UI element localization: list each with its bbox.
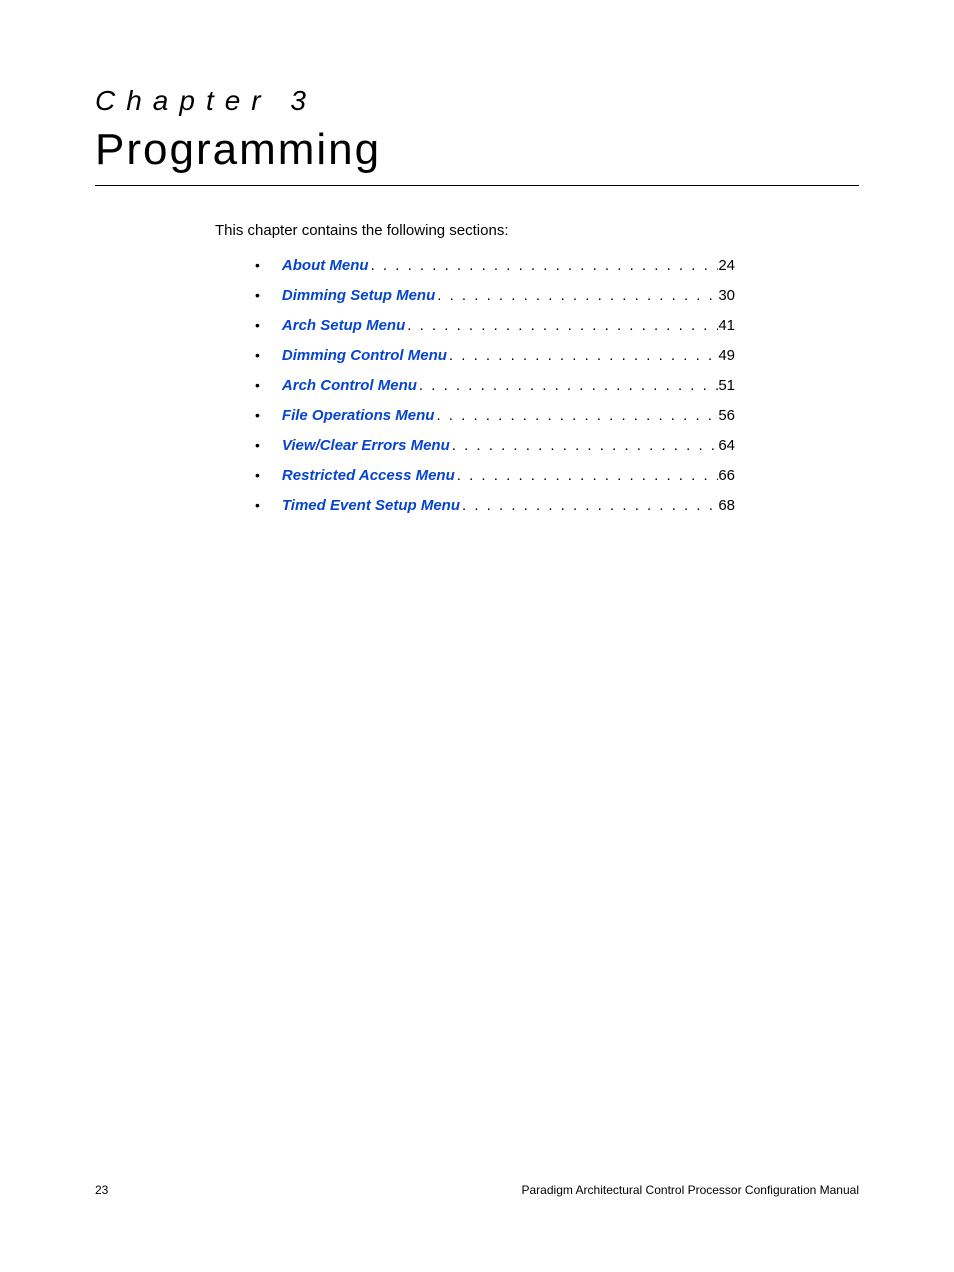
bullet-icon: • bbox=[255, 437, 260, 454]
page-number: 23 bbox=[95, 1183, 108, 1197]
toc-item: • Arch Control Menu 51 bbox=[255, 377, 735, 395]
leader-dots bbox=[460, 497, 718, 515]
toc-list: • About Menu 24 • Dimming Setup Menu 30 • Arch … bbox=[255, 257, 735, 515]
leader-dots bbox=[405, 317, 718, 335]
leader-dots bbox=[434, 407, 718, 425]
leader-dots bbox=[435, 287, 718, 305]
toc-page-number: 56 bbox=[718, 407, 735, 425]
toc-item: • View/Clear Errors Menu 64 bbox=[255, 437, 735, 455]
toc-page-number: 66 bbox=[718, 467, 735, 485]
footer-doc-title: Paradigm Architectural Control Processor… bbox=[522, 1183, 860, 1197]
leader-dots bbox=[417, 377, 718, 395]
toc-item: • Dimming Setup Menu 30 bbox=[255, 287, 735, 305]
bullet-icon: • bbox=[255, 407, 260, 424]
toc-item: • Restricted Access Menu 66 bbox=[255, 467, 735, 485]
bullet-icon: • bbox=[255, 497, 260, 514]
toc-link[interactable]: Arch Setup Menu bbox=[282, 317, 405, 335]
toc-link[interactable]: Restricted Access Menu bbox=[282, 467, 455, 485]
toc-link[interactable]: Dimming Setup Menu bbox=[282, 287, 435, 305]
toc-page-number: 64 bbox=[718, 437, 735, 455]
toc-item: • About Menu 24 bbox=[255, 257, 735, 275]
toc-page-number: 51 bbox=[718, 377, 735, 395]
toc-link[interactable]: About Menu bbox=[282, 257, 369, 275]
toc-page-number: 68 bbox=[718, 497, 735, 515]
bullet-icon: • bbox=[255, 317, 260, 334]
toc-page-number: 49 bbox=[718, 347, 735, 365]
bullet-icon: • bbox=[255, 287, 260, 304]
toc-page-number: 24 bbox=[718, 257, 735, 275]
bullet-icon: • bbox=[255, 257, 260, 274]
toc-item: • File Operations Menu 56 bbox=[255, 407, 735, 425]
page-footer: 23 Paradigm Architectural Control Proces… bbox=[0, 1183, 954, 1197]
leader-dots bbox=[455, 467, 719, 485]
chapter-title: Programming bbox=[95, 125, 859, 175]
bullet-icon: • bbox=[255, 467, 260, 484]
leader-dots bbox=[447, 347, 718, 365]
toc-item: • Arch Setup Menu 41 bbox=[255, 317, 735, 335]
toc-page-number: 30 bbox=[718, 287, 735, 305]
toc-page-number: 41 bbox=[718, 317, 735, 335]
leader-dots bbox=[450, 437, 719, 455]
toc-link[interactable]: Dimming Control Menu bbox=[282, 347, 447, 365]
toc-link[interactable]: Arch Control Menu bbox=[282, 377, 417, 395]
intro-text: This chapter contains the following sect… bbox=[215, 222, 859, 239]
toc-link[interactable]: Timed Event Setup Menu bbox=[282, 497, 460, 515]
divider bbox=[95, 185, 859, 186]
bullet-icon: • bbox=[255, 347, 260, 364]
leader-dots bbox=[369, 257, 719, 275]
bullet-icon: • bbox=[255, 377, 260, 394]
toc-link[interactable]: File Operations Menu bbox=[282, 407, 435, 425]
toc-link[interactable]: View/Clear Errors Menu bbox=[282, 437, 450, 455]
toc-item: • Timed Event Setup Menu 68 bbox=[255, 497, 735, 515]
chapter-label: Chapter 3 bbox=[95, 85, 859, 117]
toc-item: • Dimming Control Menu 49 bbox=[255, 347, 735, 365]
